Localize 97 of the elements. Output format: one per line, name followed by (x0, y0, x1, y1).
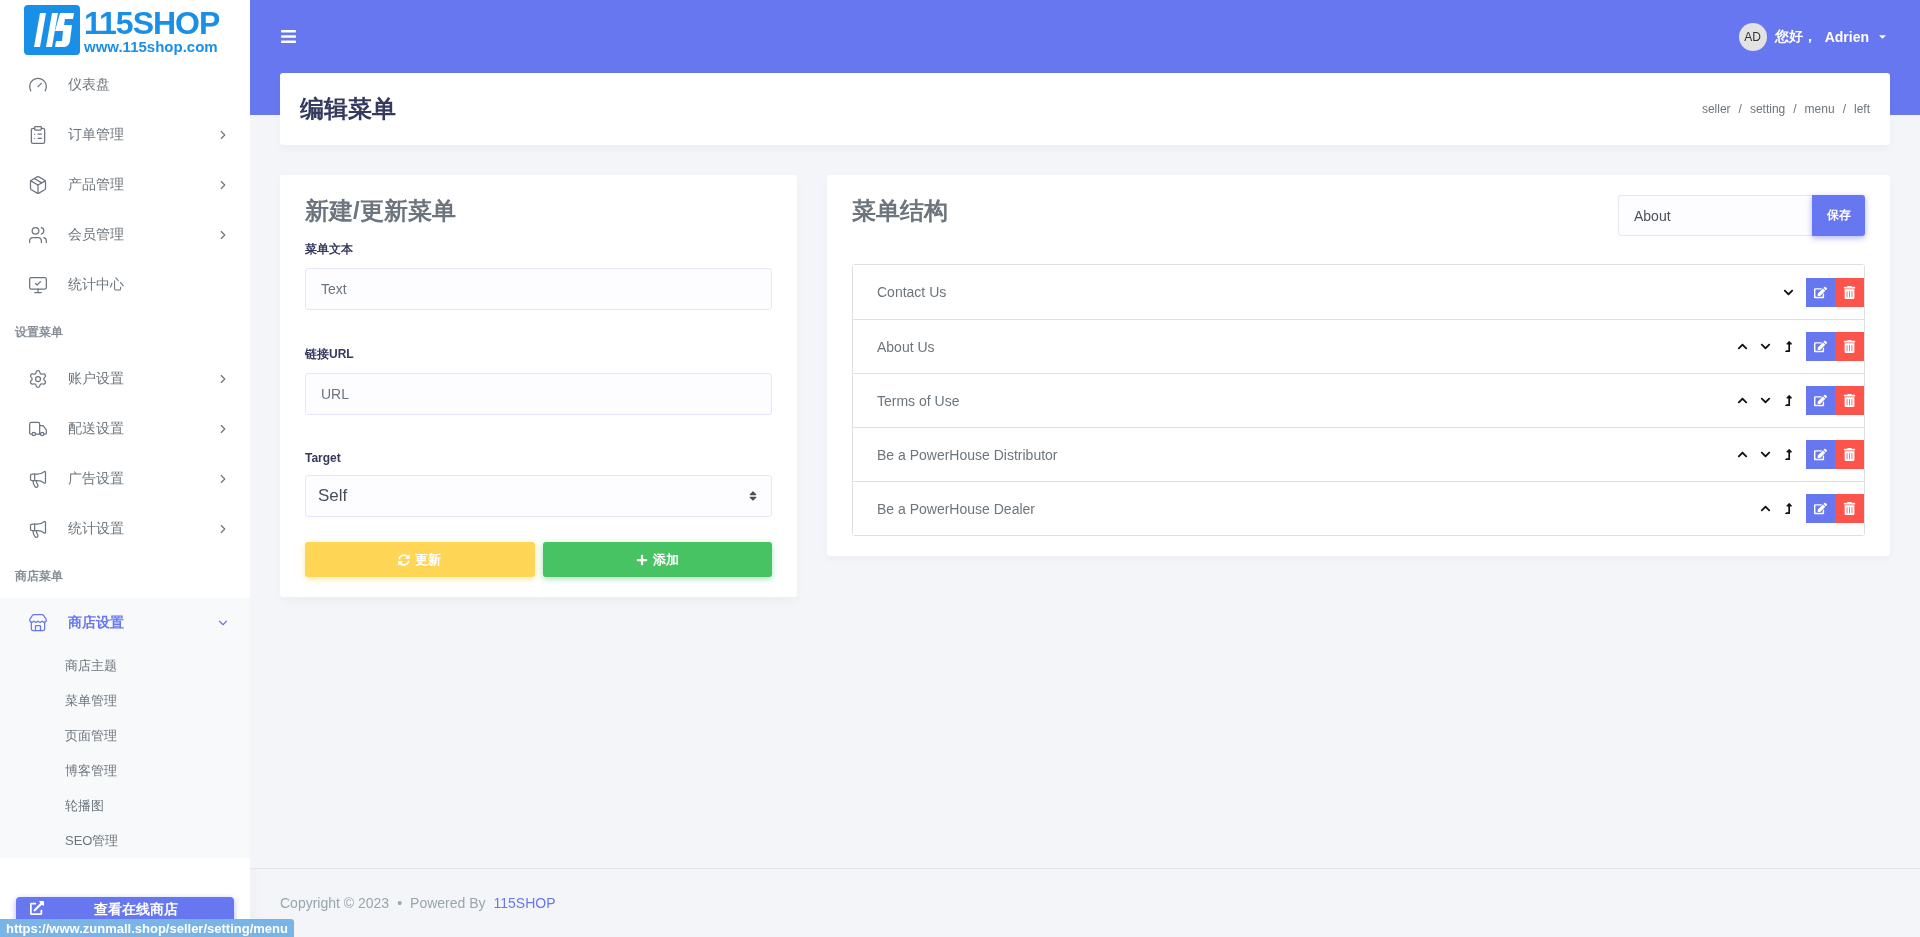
sidebar-section-title: 设置菜单 (13, 323, 64, 341)
breadcrumb-separator: / (1793, 102, 1797, 116)
status-url-tooltip: https://www.zunmall.shop/seller/setting/menu (0, 919, 294, 937)
sidebar-item-icon (28, 125, 48, 145)
chevron-down-icon[interactable] (1760, 341, 1771, 352)
trash-icon (1843, 285, 1856, 299)
menu-item-label: About Us (877, 338, 936, 355)
breadcrumb-separator: / (1738, 102, 1742, 116)
page-title: 编辑菜单 (300, 94, 396, 124)
sidebar-subitem[interactable]: 商店主题 (0, 648, 250, 683)
sidebar-item-icon (28, 225, 48, 245)
target-select[interactable]: Self (305, 475, 772, 517)
refresh-icon (398, 553, 411, 566)
powered-by: Powered By (410, 895, 486, 911)
chevron-up-icon[interactable] (1737, 341, 1748, 352)
edit-icon (1814, 340, 1827, 353)
sidebar-item[interactable]: 统计中心 (0, 260, 250, 310)
level-up-icon[interactable] (1783, 449, 1794, 460)
footer-link[interactable]: 115SHOP (493, 895, 556, 911)
edit-icon (1814, 448, 1827, 461)
edit-icon (1814, 285, 1827, 299)
level-up-icon[interactable] (1783, 503, 1794, 514)
chevron-down-icon[interactable] (1760, 449, 1771, 460)
trash-icon (1843, 394, 1856, 407)
external-link-icon (30, 901, 44, 915)
delete-button[interactable] (1835, 386, 1864, 415)
sort-icon (747, 490, 759, 502)
edit-button[interactable] (1806, 277, 1835, 307)
delete-button[interactable] (1835, 440, 1864, 469)
sidebar-item[interactable]: 订单管理 (0, 110, 250, 160)
edit-icon (1814, 394, 1827, 407)
trash-icon (1843, 340, 1856, 353)
sidebar-item-icon (28, 275, 48, 295)
card-title: 菜单结构 (852, 196, 948, 226)
sidebar-item-icon (28, 613, 48, 633)
sidebar-item[interactable]: 配送设置 (0, 404, 250, 454)
field-label: 链接URL (305, 346, 355, 363)
sidebar-item[interactable]: 账户设置 (0, 354, 250, 404)
sidebar-item-icon (28, 519, 48, 539)
sidebar-item[interactable]: 商店设置 (0, 598, 250, 648)
menu-item-label: Terms of Use (877, 392, 961, 409)
delete-button[interactable] (1835, 494, 1864, 523)
sidebar-item[interactable]: 会员管理 (0, 210, 250, 260)
input-field[interactable]: Text (305, 268, 772, 310)
trash-icon (1843, 448, 1856, 461)
edit-icon (1814, 502, 1827, 515)
chevron-up-icon[interactable] (1737, 395, 1748, 406)
sidebar-subitem[interactable]: 博客管理 (0, 753, 250, 788)
menu-item-label: Be a PowerHouse Distributor (877, 446, 1059, 463)
sidebar-item-icon (28, 369, 48, 389)
breadcrumb-separator: / (1842, 102, 1846, 116)
input-field[interactable]: URL (305, 373, 772, 415)
delete-button[interactable] (1835, 332, 1864, 361)
plus-icon (635, 553, 648, 566)
edit-button[interactable] (1806, 440, 1835, 469)
sidebar-item[interactable]: 仪表盘 (0, 60, 250, 110)
menu-icon[interactable] (280, 28, 297, 45)
copyright: Copyright © 2023 (280, 895, 390, 911)
breadcrumb-item[interactable]: seller (1701, 102, 1731, 116)
edit-button[interactable] (1806, 494, 1835, 523)
chevron-up-icon[interactable] (1760, 503, 1771, 514)
sidebar-item[interactable]: 产品管理 (0, 160, 250, 210)
delete-button[interactable] (1835, 277, 1864, 307)
breadcrumb-item[interactable]: left (1854, 102, 1870, 116)
sidebar-item[interactable]: 广告设置 (0, 454, 250, 504)
card-title: 新建/更新菜单 (305, 196, 457, 226)
menu-item-label: Be a PowerHouse Dealer (877, 500, 1036, 517)
sidebar-item-icon (28, 175, 48, 195)
sidebar-subitem[interactable]: 轮播图 (0, 788, 250, 823)
user-avatar[interactable]: AD (1738, 22, 1767, 51)
chevron-down-icon[interactable] (1760, 395, 1771, 406)
field-label: Target (305, 451, 342, 465)
sidebar-item-icon (28, 419, 48, 439)
menu-name-field[interactable]: About (1618, 195, 1812, 236)
sidebar-subitem[interactable]: SEO管理 (0, 823, 250, 858)
trash-icon (1843, 502, 1856, 515)
save-button[interactable]: 保存 (1812, 195, 1865, 236)
sidebar-item[interactable]: 统计设置 (0, 504, 250, 554)
user-name[interactable]: Adrien (1824, 28, 1869, 45)
breadcrumb-item[interactable]: setting (1749, 102, 1786, 116)
field-label: 菜单文本 (305, 241, 354, 258)
sidebar-subitem[interactable]: 页面管理 (0, 718, 250, 753)
greeting: 您好， (1774, 27, 1817, 46)
breadcrumb-item[interactable]: menu (1804, 102, 1835, 116)
logo-brand: 115SHOP (84, 6, 220, 39)
logo-url: www.115shop.com (84, 38, 219, 54)
edit-button[interactable] (1806, 386, 1835, 415)
sidebar-subitem[interactable]: 菜单管理 (0, 683, 250, 718)
logo-icon (24, 5, 80, 55)
chevron-up-icon[interactable] (1737, 449, 1748, 460)
edit-button[interactable] (1806, 332, 1835, 361)
sidebar-section-title: 商店菜单 (14, 567, 64, 585)
level-up-icon[interactable] (1783, 395, 1794, 406)
sidebar-item-icon (28, 469, 48, 489)
menu-item-label: Contact Us (877, 284, 948, 300)
level-up-icon[interactable] (1783, 341, 1794, 352)
bullet: • (397, 895, 403, 911)
